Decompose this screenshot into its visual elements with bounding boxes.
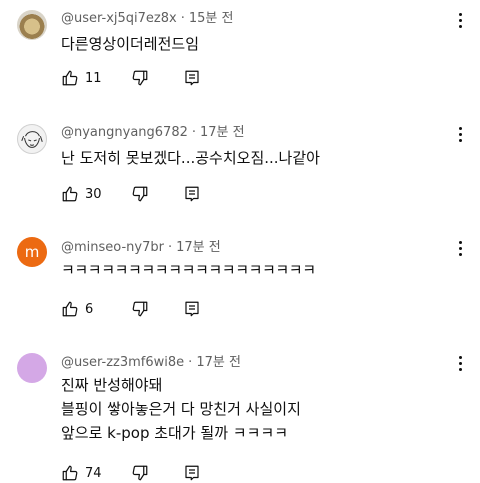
reply-button[interactable]: [183, 185, 201, 203]
reply-button[interactable]: [183, 300, 201, 318]
avatar[interactable]: m: [17, 237, 47, 267]
comment-time[interactable]: 15분 전: [189, 11, 234, 26]
comment-line: 다른영상이더레전드임: [61, 35, 200, 53]
comment-line: 앞으로 k-pop 초대가 될까 ㅋㅋㅋㅋ: [61, 424, 288, 442]
thumbs-down-icon: [132, 70, 148, 86]
thumbs-up-icon: [62, 186, 78, 202]
comment-line: 난 도저히 못보겠다...공수치오짐...나같아: [61, 149, 320, 167]
comment-time[interactable]: 17분 전: [200, 125, 245, 140]
thumbs-up-icon: [62, 301, 78, 317]
comment-line: ㅋㅋㅋㅋㅋㅋㅋㅋㅋㅋㅋㅋㅋㅋㅋㅋㅋㅋㅋ: [61, 261, 316, 279]
comment-username[interactable]: @user-xj5qi7ez8x: [61, 11, 177, 26]
comment-actions: 6: [61, 297, 201, 321]
thumbs-up-icon: [62, 70, 78, 86]
reply-comment-icon: [185, 301, 199, 317]
comment-line: 블핑이 쌓아놓은거 다 망친거 사실이지: [61, 400, 301, 418]
like-count: 74: [85, 465, 102, 481]
comment-meta: @user-zz3mf6wi8e · 17분 전: [61, 355, 241, 370]
reply-button[interactable]: [183, 69, 201, 87]
like-button[interactable]: [61, 300, 79, 318]
manga-drawing-icon: [21, 131, 43, 148]
thumbs-down-icon: [132, 186, 148, 202]
comment-username[interactable]: @minseo-ny7br: [61, 240, 164, 255]
avatar-letter: m: [24, 243, 40, 261]
avatar[interactable]: [17, 10, 47, 40]
more-vert-icon[interactable]: [452, 238, 468, 258]
comment-actions: 30: [61, 182, 201, 206]
comment-text: 진짜 반성해야돼 블핑이 쌓아놓은거 다 망친거 사실이지 앞으로 k-pop …: [61, 373, 301, 445]
avatar[interactable]: [17, 353, 47, 383]
thumbs-up-icon: [62, 465, 78, 481]
like-count: 11: [85, 70, 102, 86]
reply-button[interactable]: [183, 464, 201, 482]
like-button[interactable]: [61, 69, 79, 87]
comment-meta: @nyangnyang6782 · 17분 전: [61, 125, 245, 140]
more-vert-icon[interactable]: [452, 124, 468, 144]
comment-username[interactable]: @nyangnyang6782: [61, 125, 188, 140]
comment-line: 진짜 반성해야돼: [61, 376, 163, 394]
comment-text: 다른영상이더레전드임: [61, 32, 199, 56]
comment-meta: @user-xj5qi7ez8x · 15분 전: [61, 11, 234, 26]
dislike-button[interactable]: [131, 300, 149, 318]
like-button[interactable]: [61, 185, 79, 203]
comment-text: ㅋㅋㅋㅋㅋㅋㅋㅋㅋㅋㅋㅋㅋㅋㅋㅋㅋㅋㅋ: [61, 258, 316, 282]
comment-actions: 74: [61, 461, 201, 483]
comment-actions: 11: [61, 66, 201, 90]
reply-comment-icon: [185, 70, 199, 86]
reply-comment-icon: [185, 186, 199, 202]
comment-username[interactable]: @user-zz3mf6wi8e: [61, 355, 184, 370]
dislike-button[interactable]: [131, 69, 149, 87]
thumbs-down-icon: [132, 465, 148, 481]
more-vert-icon[interactable]: [452, 10, 468, 30]
dislike-button[interactable]: [131, 185, 149, 203]
reply-comment-icon: [185, 465, 199, 481]
comment-text: 난 도저히 못보겠다...공수치오짐...나같아: [61, 146, 320, 170]
thumbs-down-icon: [132, 301, 148, 317]
more-vert-icon[interactable]: [452, 353, 468, 373]
like-count: 30: [85, 186, 102, 202]
comment-time[interactable]: 17분 전: [176, 240, 221, 255]
avatar[interactable]: [17, 124, 47, 154]
comment-time[interactable]: 17분 전: [196, 355, 241, 370]
like-button[interactable]: [61, 464, 79, 482]
comment-meta: @minseo-ny7br · 17분 전: [61, 240, 221, 255]
like-count: 6: [85, 301, 94, 317]
dislike-button[interactable]: [131, 464, 149, 482]
